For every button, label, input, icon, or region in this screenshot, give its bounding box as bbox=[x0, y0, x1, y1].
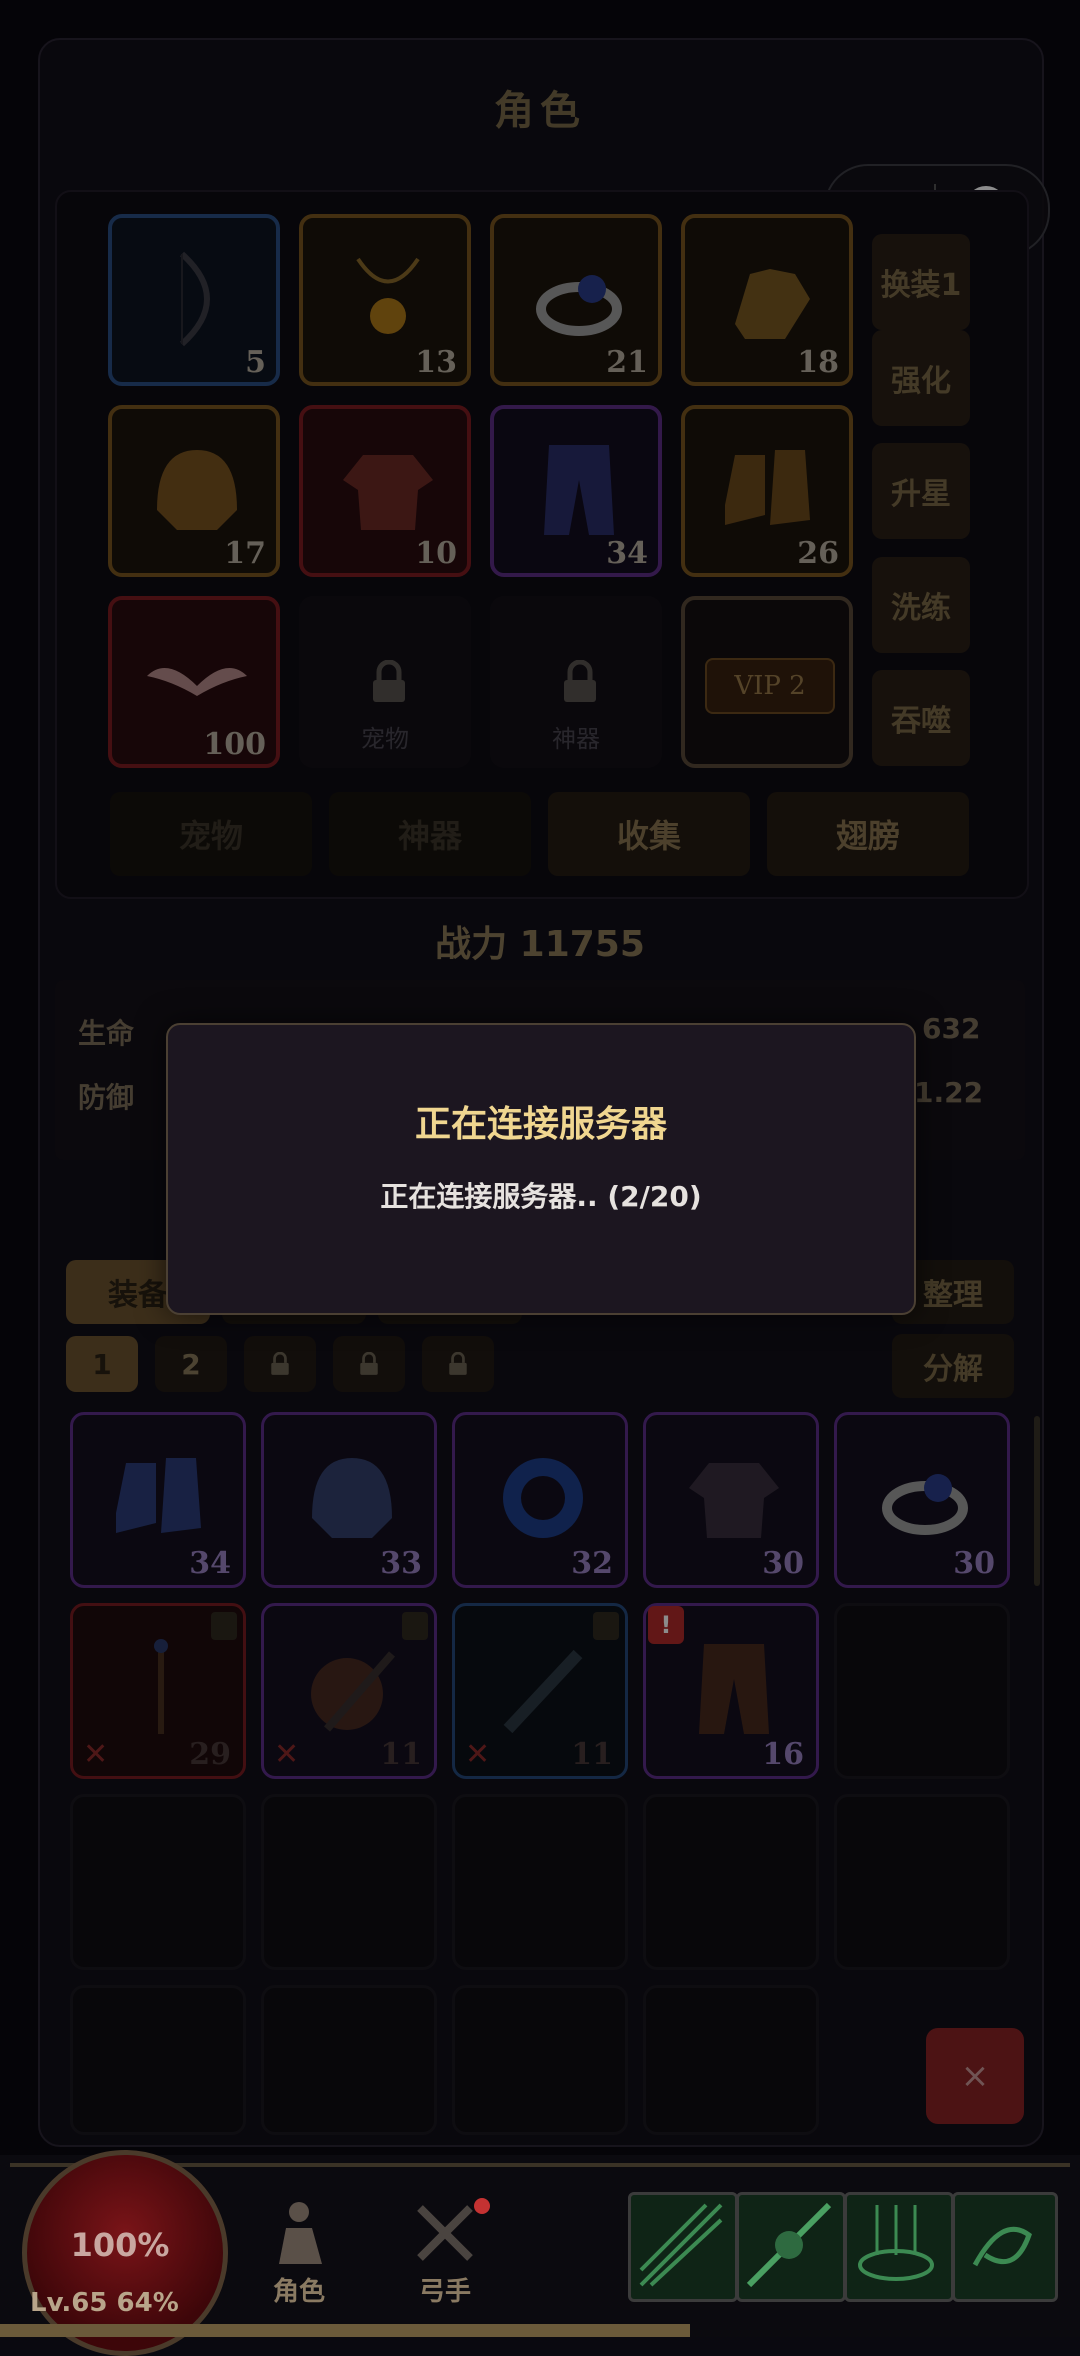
skill-slot-2[interactable] bbox=[736, 2192, 846, 2302]
level-exp: Lv.65 64% bbox=[30, 2288, 179, 2318]
nav-archer-label: 弓手 bbox=[418, 2277, 471, 2307]
arrow-burst-icon bbox=[639, 2203, 723, 2287]
nav-character[interactable]: 角色 bbox=[254, 2198, 344, 2308]
notification-dot-icon bbox=[474, 2198, 490, 2214]
nav-archer[interactable]: 弓手 bbox=[400, 2198, 490, 2308]
skill-slot-3[interactable] bbox=[844, 2192, 954, 2302]
skill-slot-1[interactable] bbox=[628, 2192, 738, 2302]
connecting-dialog: 正在连接服务器 正在连接服务器.. (2/20) bbox=[166, 1023, 916, 1315]
skill-slot-4[interactable] bbox=[952, 2192, 1058, 2302]
dialog-title: 正在连接服务器 bbox=[414, 1104, 667, 1145]
character-icon bbox=[279, 2202, 322, 2264]
health-percent: 100% bbox=[70, 2226, 170, 2264]
whirlwind-icon bbox=[972, 2226, 1032, 2267]
dialog-message: 正在连接服务器.. (2/20) bbox=[380, 1180, 702, 1213]
experience-bar bbox=[0, 2324, 690, 2337]
crossed-swords-icon bbox=[417, 2205, 473, 2261]
nav-character-label: 角色 bbox=[272, 2277, 325, 2307]
piercing-arrow-icon bbox=[746, 2202, 832, 2288]
arrow-rain-icon bbox=[858, 2205, 934, 2281]
